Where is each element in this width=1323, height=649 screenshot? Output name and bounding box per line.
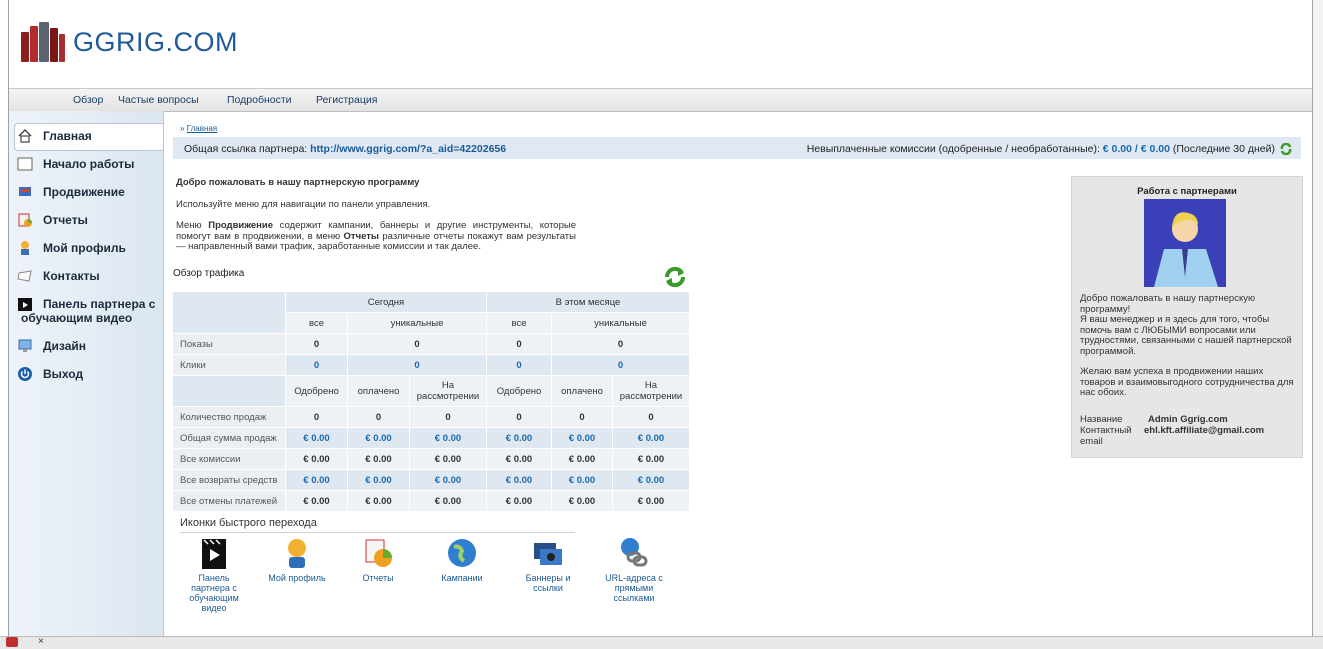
- nav-register[interactable]: Регистрация: [316, 94, 377, 106]
- divider: [180, 532, 575, 533]
- sidebar-item-label: Дизайн: [43, 339, 87, 353]
- sidebar-item-label: Продвижение: [43, 185, 125, 199]
- breadcrumb-home-link[interactable]: Главная: [187, 124, 217, 133]
- sidebar-item-label: Панель партнера с: [43, 297, 156, 311]
- welcome-heading: Добро пожаловать в нашу партнерскую прог…: [176, 177, 420, 188]
- header-all: все: [286, 313, 348, 334]
- sidebar-item-label: обучающим видео: [21, 311, 133, 325]
- video-icon: [17, 296, 33, 312]
- page-header: GGRIG.COM: [9, 0, 1312, 88]
- manager-name-row: Название Admin Ggrig.com: [1080, 414, 1228, 425]
- link-icon: [621, 538, 648, 567]
- quick-banners-links[interactable]: Баннеры и ссылки: [513, 537, 583, 593]
- header-paid: оплачено: [552, 376, 613, 407]
- sidebar-item-reports[interactable]: Отчеты: [17, 212, 88, 228]
- header-approved: Одобрено: [286, 376, 348, 407]
- affiliate-link-bar: Общая ссылка партнера: http://www.ggrig.…: [173, 137, 1301, 159]
- breadcrumb: » Главная: [180, 124, 217, 133]
- table-row: Общая сумма продаж € 0.00 € 0.00 € 0.00 …: [173, 428, 690, 449]
- sidebar-item-label: Выход: [43, 367, 84, 381]
- reports-icon: [17, 212, 33, 228]
- header-unique: уникальные: [348, 313, 487, 334]
- profile-icon: [17, 240, 33, 256]
- header-unique: уникальные: [552, 313, 690, 334]
- welcome-text-2: Меню Продвижение содержит кампании, банн…: [176, 220, 576, 252]
- commission-label: Невыплаченные комиссии (одобренные / нео…: [806, 143, 1100, 155]
- manager-message: Добро пожаловать в нашу партнерскую прог…: [1080, 293, 1294, 398]
- sidebar-item-label: Начало работы: [43, 157, 135, 171]
- table-row: Все комиссии € 0.00 € 0.00 € 0.00 € 0.00…: [173, 449, 690, 470]
- header-approved: Одобрено: [487, 376, 552, 407]
- sidebar-item-label: Контакты: [43, 269, 100, 283]
- books-logo-icon: [21, 22, 65, 62]
- promo-icon: [17, 184, 33, 200]
- page-icon: [17, 156, 33, 172]
- addon-icon[interactable]: [6, 637, 18, 647]
- sidebar: Главная Начало работы Продвижение Отчеты…: [9, 111, 164, 636]
- affiliate-manager-box: Работа с партнерами Добро пожаловать в н…: [1071, 176, 1303, 458]
- refresh-icon[interactable]: [1280, 143, 1292, 155]
- profile-icon: [288, 539, 306, 568]
- nav-details[interactable]: Подробности: [227, 94, 292, 106]
- reports-icon: [365, 539, 392, 567]
- traffic-table: Сегодня В этом месяце все уникальные все…: [173, 292, 690, 512]
- quick-reports[interactable]: Отчеты: [343, 537, 413, 583]
- sidebar-item-label: Главная: [43, 129, 92, 143]
- sidebar-item-logout[interactable]: Выход: [17, 366, 83, 382]
- design-icon: [17, 338, 33, 354]
- header-pending: На рассмотрении: [613, 376, 690, 407]
- table-row: Количество продаж 0 0 0 0 0 0: [173, 407, 690, 428]
- sidebar-item-home[interactable]: Главная: [17, 128, 92, 144]
- table-row: Все возвраты средств € 0.00 € 0.00 € 0.0…: [173, 470, 690, 491]
- table-row: Клики 0 0 0 0: [173, 355, 690, 376]
- sidebar-item-contacts[interactable]: Контакты: [17, 268, 100, 284]
- top-navigation: Обзор Частые вопросы Подробности Регистр…: [9, 88, 1312, 112]
- close-icon[interactable]: ×: [38, 636, 44, 647]
- table-row: Все отмены платежей € 0.00 € 0.00 € 0.00…: [173, 491, 690, 512]
- manager-box-title: Работа с партнерами: [1137, 186, 1237, 197]
- welcome-block: Добро пожаловать в нашу партнерскую прог…: [176, 177, 576, 264]
- power-icon: [17, 366, 33, 382]
- traffic-title: Обзор трафика: [173, 268, 245, 279]
- sidebar-item-video-panel-line2[interactable]: обучающим видео: [21, 311, 132, 325]
- quick-direct-links[interactable]: URL-адреса с прямыми ссылками: [599, 537, 669, 603]
- nav-overview[interactable]: Обзор: [73, 94, 103, 106]
- header-paid: оплачено: [348, 376, 410, 407]
- quick-my-profile[interactable]: Мой профиль: [262, 537, 332, 583]
- vertical-scrollbar[interactable]: [1313, 0, 1323, 636]
- sidebar-item-profile[interactable]: Мой профиль: [17, 240, 126, 256]
- quick-video-panel[interactable]: Панель партнера с обучающим видео: [179, 537, 249, 613]
- header-all: все: [487, 313, 552, 334]
- sidebar-item-getting-started[interactable]: Начало работы: [17, 156, 134, 172]
- contacts-icon: [17, 268, 33, 284]
- affiliate-link[interactable]: http://www.ggrig.com/?a_aid=42202656: [310, 143, 506, 155]
- table-row: Показы 0 0 0 0: [173, 334, 690, 355]
- home-icon: [17, 128, 33, 144]
- commission-period: (Последние 30 дней): [1172, 143, 1275, 155]
- commission-value: € 0.00 / € 0.00: [1102, 143, 1170, 155]
- header-pending: На рассмотрении: [410, 376, 487, 407]
- nav-faq[interactable]: Частые вопросы: [118, 94, 199, 106]
- refresh-stats-icon[interactable]: [664, 266, 686, 291]
- banner-icon: [534, 543, 562, 565]
- manager-email-row: Контактный emailehl.kft.affiliate@gmail.…: [1080, 425, 1265, 447]
- quick-campaigns[interactable]: Кампании: [427, 537, 497, 583]
- header-today: Сегодня: [286, 292, 487, 313]
- sidebar-item-label: Отчеты: [43, 213, 88, 227]
- sidebar-item-design[interactable]: Дизайн: [17, 338, 86, 354]
- sidebar-item-label: Мой профиль: [43, 241, 126, 255]
- globe-icon: [448, 539, 476, 567]
- browser-status-bar: ×: [0, 636, 1323, 649]
- sidebar-item-promotion[interactable]: Продвижение: [17, 184, 125, 200]
- logo-text: GGRIG.COM: [73, 26, 238, 57]
- video-icon: [202, 539, 226, 569]
- affiliate-link-label: Общая ссылка партнера:: [184, 143, 308, 155]
- quick-icons-title: Иконки быстрого перехода: [180, 517, 317, 529]
- sidebar-item-video-panel[interactable]: Панель партнера с: [17, 296, 155, 312]
- welcome-text-1: Используйте меню для навигации по панели…: [176, 198, 431, 210]
- breadcrumb-separator: »: [180, 124, 185, 133]
- site-logo[interactable]: GGRIG.COM: [21, 22, 238, 62]
- header-month: В этом месяце: [487, 292, 690, 313]
- manager-avatar: [1144, 199, 1226, 287]
